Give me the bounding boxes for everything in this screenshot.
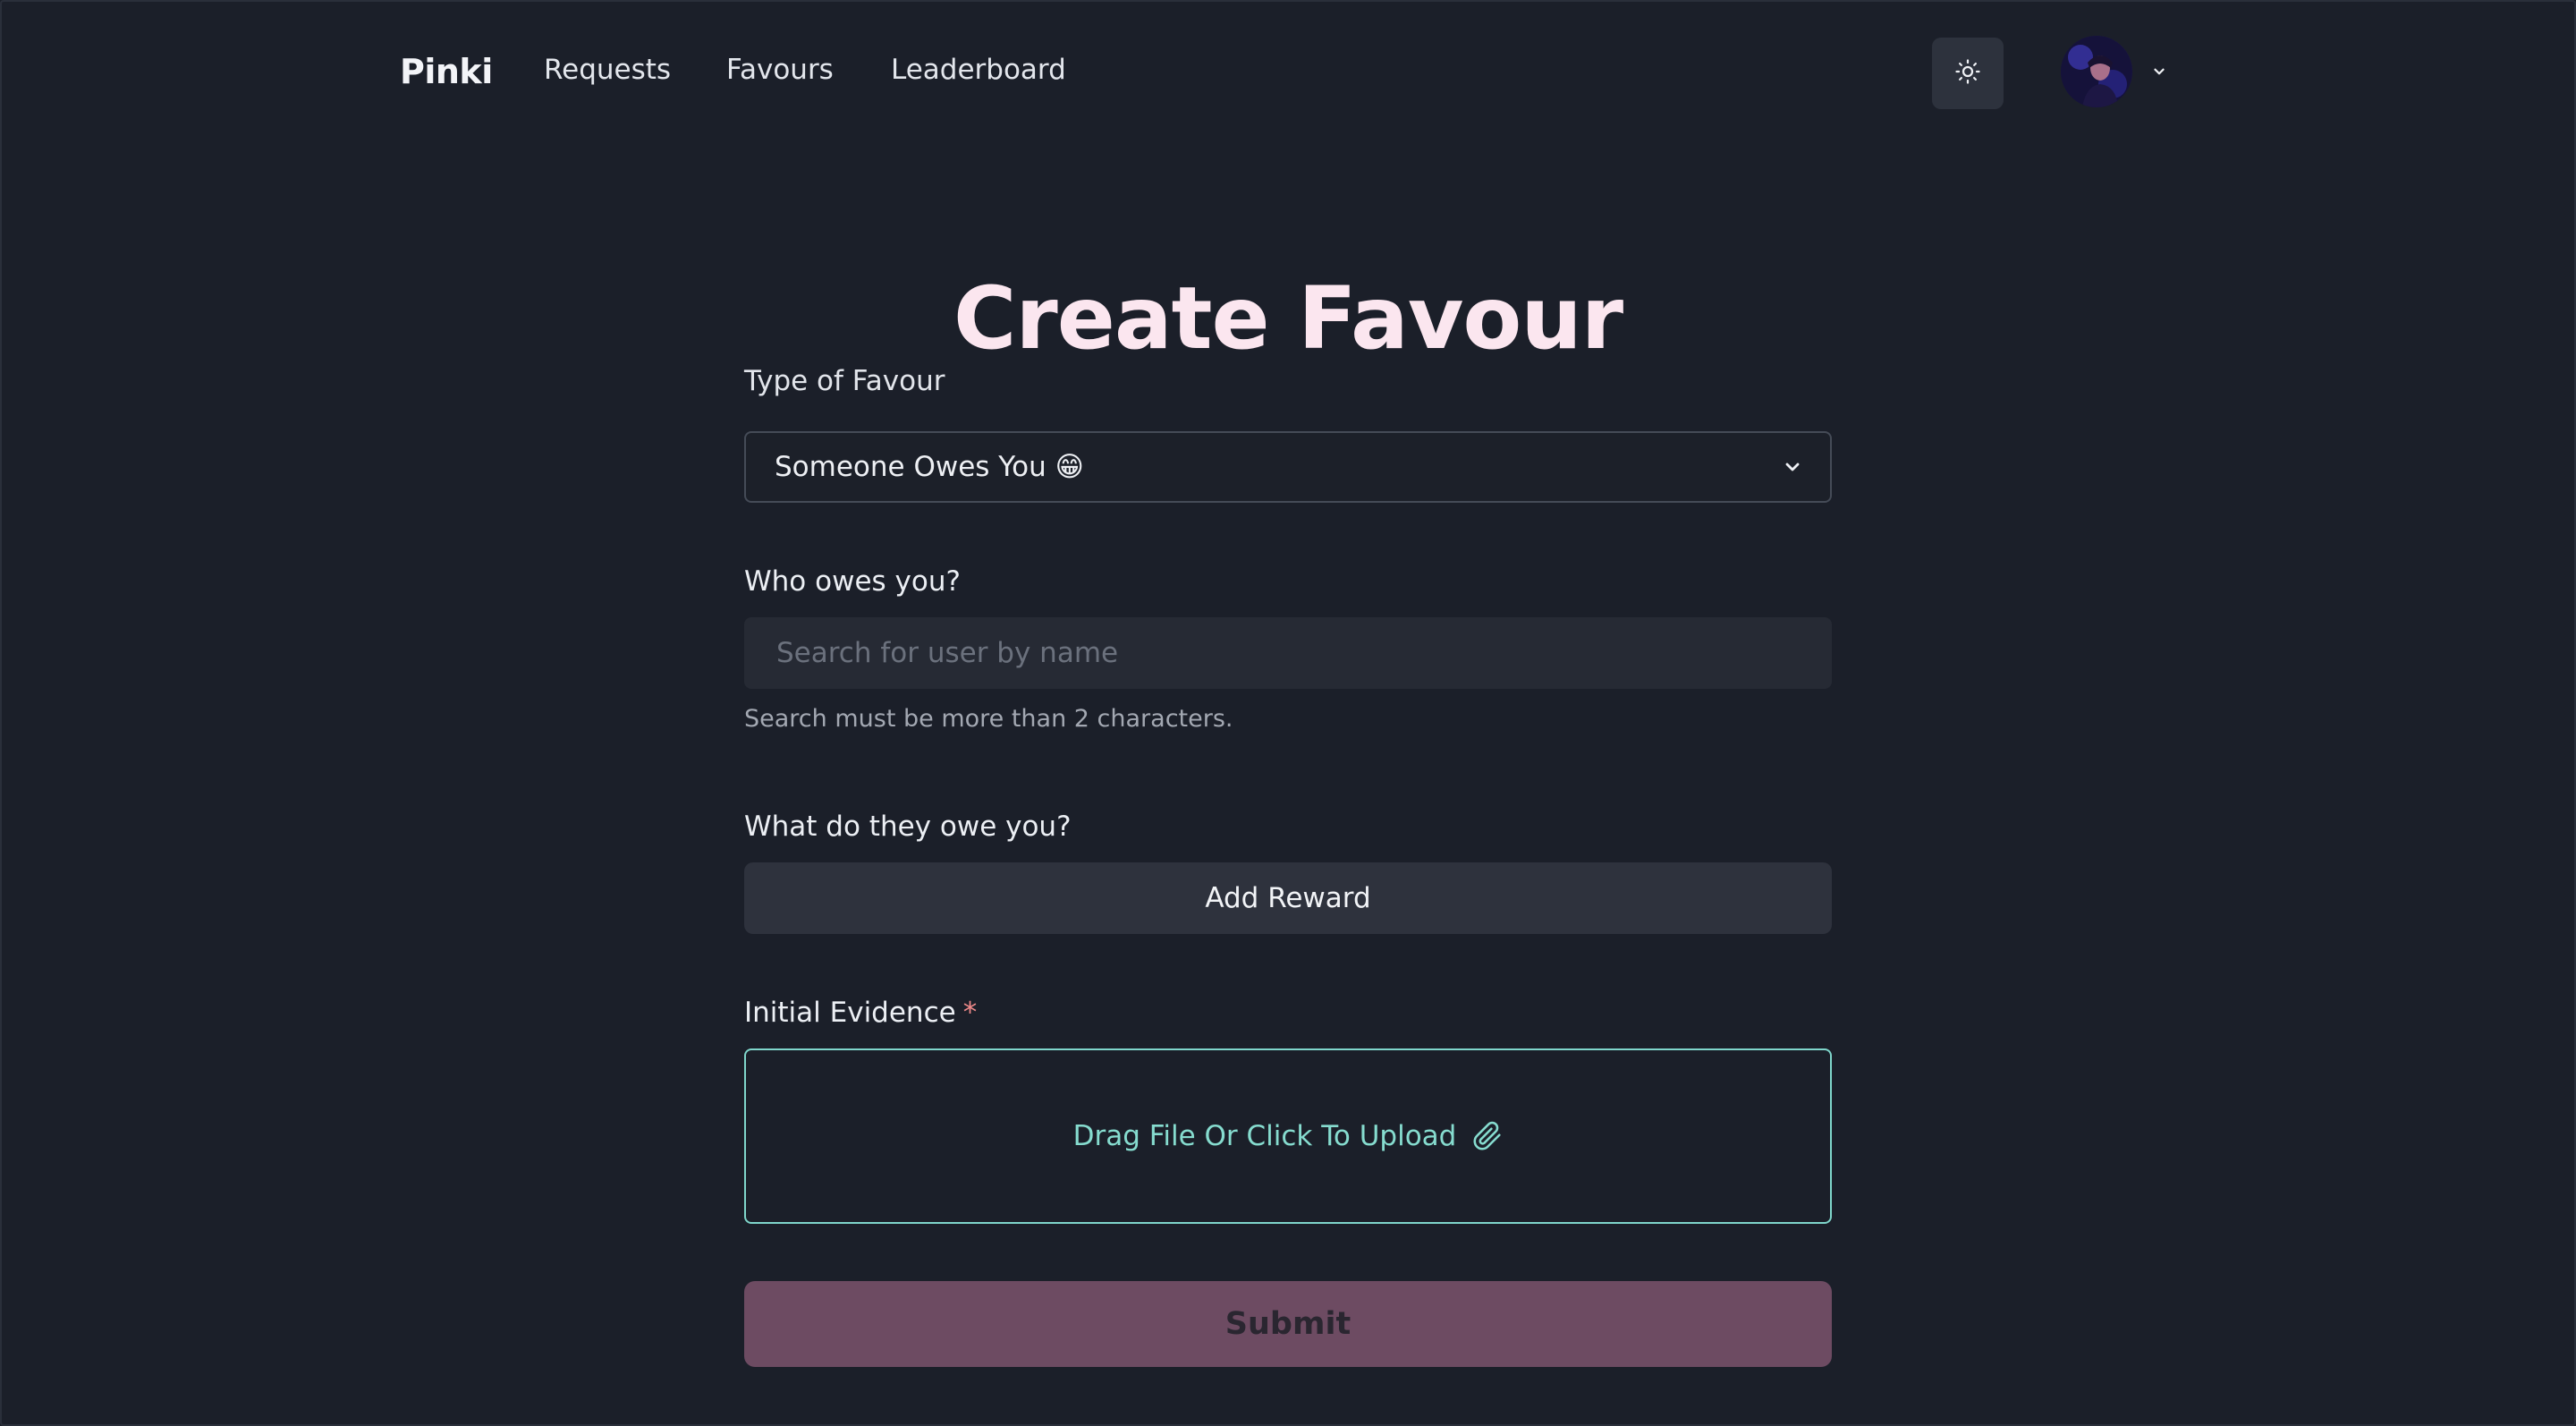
type-of-favour-label: Type of Favour xyxy=(744,365,945,397)
favour-type-selected-value: Someone Owes You 😁 xyxy=(775,451,1084,483)
what-do-they-owe-label: What do they owe you? xyxy=(744,811,1072,843)
required-asterisk: * xyxy=(962,997,978,1029)
initial-evidence-label: Initial Evidence * xyxy=(744,997,977,1029)
paperclip-icon xyxy=(1472,1121,1503,1151)
nav-link-favours[interactable]: Favours xyxy=(726,54,834,86)
top-navbar: Pinki Requests Favours Leaderboard xyxy=(0,0,2576,143)
initial-evidence-label-text: Initial Evidence xyxy=(744,997,956,1029)
who-owes-you-label: Who owes you? xyxy=(744,565,961,598)
theme-toggle-button[interactable] xyxy=(1932,38,2004,109)
user-search-input[interactable] xyxy=(744,617,1832,689)
account-menu-chevron-icon[interactable] xyxy=(2150,63,2168,81)
nav-link-requests[interactable]: Requests xyxy=(544,54,671,86)
search-help-text: Search must be more than 2 characters. xyxy=(744,705,1233,733)
favour-type-select[interactable]: Someone Owes You 😁 xyxy=(744,431,1832,503)
page-title: Create Favour xyxy=(953,268,1623,369)
sun-icon xyxy=(1954,58,1981,89)
chevron-down-icon xyxy=(1782,456,1803,478)
nav-link-leaderboard[interactable]: Leaderboard xyxy=(891,54,1066,86)
file-upload-dropzone[interactable]: Drag File Or Click To Upload xyxy=(744,1048,1832,1224)
add-reward-button[interactable]: Add Reward xyxy=(744,862,1832,934)
submit-button[interactable]: Submit xyxy=(744,1281,1832,1367)
upload-label: Drag File Or Click To Upload xyxy=(1072,1120,1457,1152)
brand-logo[interactable]: Pinki xyxy=(400,52,493,91)
user-avatar[interactable] xyxy=(2061,36,2132,107)
